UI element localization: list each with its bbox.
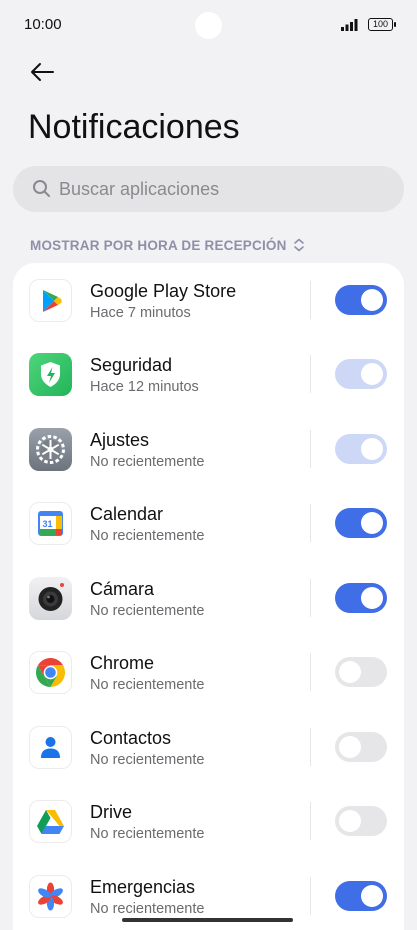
notification-toggle[interactable] — [335, 806, 387, 836]
divider — [310, 728, 311, 766]
notification-toggle[interactable] — [335, 285, 387, 315]
app-name: Contactos — [90, 728, 172, 748]
app-name: Calendar — [90, 504, 164, 524]
app-last-notification: No recientemente — [90, 752, 205, 768]
sort-label: MOSTRAR POR HORA DE RECEPCIÓN — [30, 237, 287, 253]
divider — [310, 430, 311, 468]
list-item[interactable]: Cámara No recientemente — [13, 561, 404, 635]
battery-icon: 100 — [368, 18, 396, 31]
app-last-notification: Hace 12 minutos — [90, 379, 199, 395]
notification-toggle[interactable] — [335, 583, 387, 613]
emergency-icon — [29, 875, 72, 918]
app-name: Chrome — [90, 653, 155, 673]
list-item[interactable]: Google Play Store Hace 7 minutos — [13, 263, 404, 337]
drive-icon — [29, 800, 72, 843]
camera-icon — [29, 577, 72, 620]
divider — [310, 802, 311, 840]
calendar-day: 31 — [42, 519, 52, 529]
divider — [310, 281, 311, 319]
notification-toggle — [335, 359, 387, 389]
notification-toggle[interactable] — [335, 657, 387, 687]
signal-icon — [341, 19, 358, 31]
search-icon — [33, 180, 50, 197]
app-name: Google Play Store — [90, 281, 237, 301]
app-name: Emergencias — [90, 877, 196, 897]
app-name: Drive — [90, 802, 133, 822]
divider — [310, 877, 311, 915]
list-item[interactable]: 31 Calendar No recientemente — [13, 486, 404, 560]
divider — [310, 504, 311, 542]
notification-toggle — [335, 434, 387, 464]
contacts-icon — [29, 726, 72, 769]
chrome-icon — [29, 651, 72, 694]
list-item[interactable]: Ajustes No recientemente — [13, 412, 404, 486]
page-title: Notificaciones — [28, 108, 240, 146]
notification-toggle[interactable] — [335, 732, 387, 762]
sort-updown-icon — [293, 238, 304, 252]
google-play-store-icon — [29, 279, 72, 322]
app-last-notification: No recientemente — [90, 603, 205, 619]
search-placeholder: Buscar aplicaciones — [59, 179, 220, 199]
front-camera-cutout — [195, 12, 222, 39]
settings-gear-icon — [29, 428, 72, 471]
battery-level: 100 — [372, 19, 389, 29]
divider — [310, 653, 311, 691]
list-item[interactable]: Drive No recientemente — [13, 784, 404, 858]
app-last-notification: Hace 7 minutos — [90, 305, 191, 321]
list-item[interactable]: Contactos No recientemente — [13, 710, 404, 784]
security-shield-icon — [29, 353, 72, 396]
home-indicator[interactable] — [122, 918, 293, 922]
app-name: Cámara — [90, 579, 155, 599]
divider — [310, 355, 311, 393]
status-time: 10:00 — [24, 16, 62, 33]
notification-toggle[interactable] — [335, 881, 387, 911]
search-input[interactable]: Buscar aplicaciones — [13, 166, 404, 212]
app-last-notification: No recientemente — [90, 528, 205, 544]
sort-selector[interactable]: MOSTRAR POR HORA DE RECEPCIÓN — [30, 236, 305, 254]
app-last-notification: No recientemente — [90, 454, 205, 470]
calendar-icon: 31 — [29, 502, 72, 545]
app-last-notification: No recientemente — [90, 677, 205, 693]
app-list: Google Play Store Hace 7 minutos Segurid… — [13, 263, 404, 930]
status-bar: 10:00 100 — [0, 0, 417, 50]
app-name: Ajustes — [90, 430, 150, 450]
divider — [310, 579, 311, 617]
app-last-notification: No recientemente — [90, 826, 205, 842]
notification-toggle[interactable] — [335, 508, 387, 538]
app-name: Seguridad — [90, 355, 173, 375]
back-arrow-icon[interactable] — [28, 58, 56, 86]
app-last-notification: No recientemente — [90, 901, 205, 917]
list-item[interactable]: Seguridad Hace 12 minutos — [13, 337, 404, 411]
list-item[interactable]: Chrome No recientemente — [13, 635, 404, 709]
